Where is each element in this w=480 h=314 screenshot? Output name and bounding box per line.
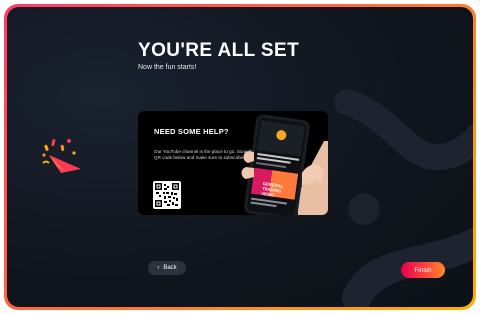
phone-illustration	[241, 114, 328, 215]
finish-button[interactable]: Finish	[401, 262, 445, 278]
back-button[interactable]: ‹ Back	[148, 261, 186, 275]
onboarding-panel: YOU'RE ALL SET Now the fun starts! NEED …	[7, 7, 473, 307]
back-button-label: Back	[163, 265, 177, 271]
party-popper-icon	[42, 139, 81, 173]
page-subtitle: Now the fun starts!	[138, 64, 197, 71]
help-card: NEED SOME HELP? Our YouTube channel is t…	[138, 111, 328, 215]
chevron-left-icon: ‹	[157, 265, 160, 271]
finish-button-label: Finish	[414, 266, 432, 274]
page-title: YOU'RE ALL SET	[138, 40, 300, 61]
